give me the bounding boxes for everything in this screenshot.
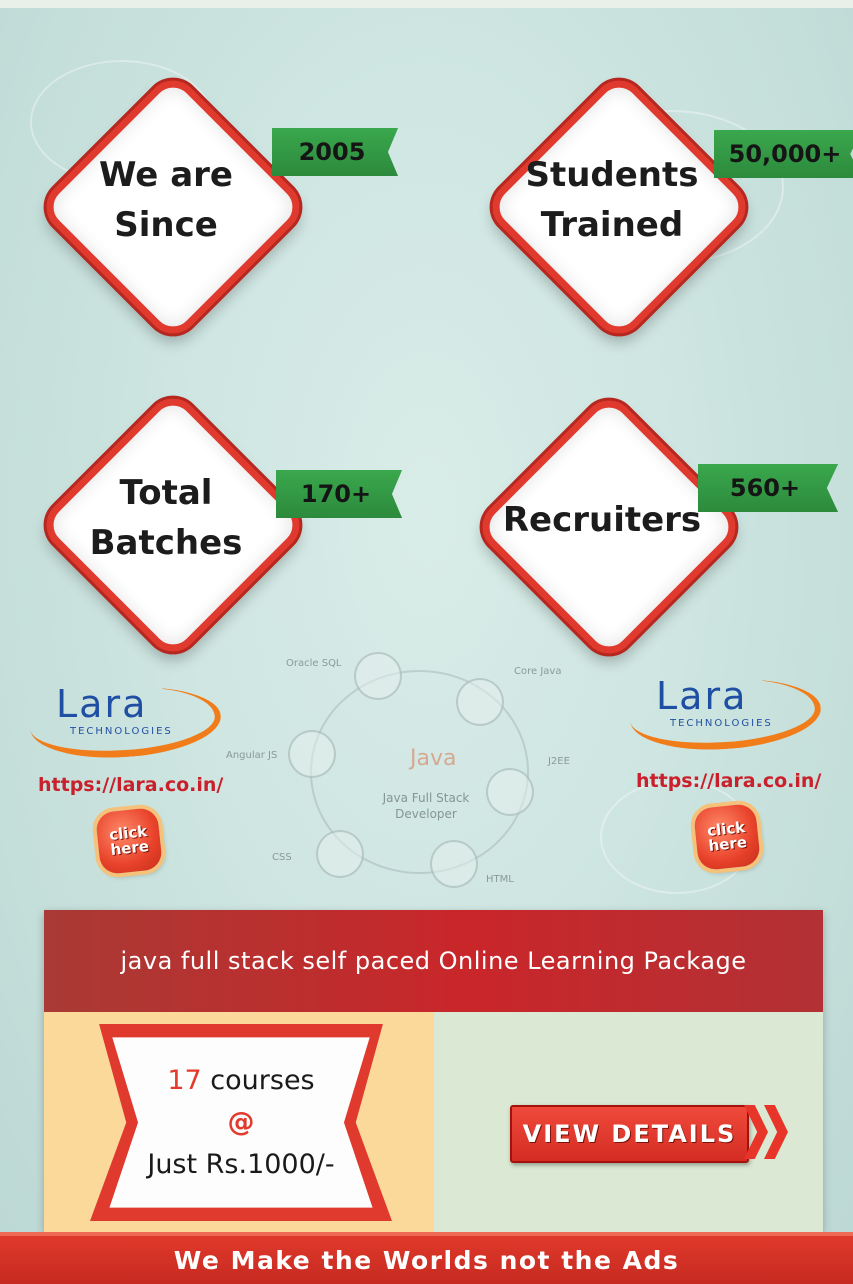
course-count: 17 [167,1065,202,1096]
java-logo-text: Java [410,746,457,771]
here-label: here [707,833,748,855]
gear-icon [354,652,402,700]
stat-label: We are Since [99,155,233,245]
website-link-left[interactable]: https://lara.co.in/ [38,774,223,796]
topic-label: CSS [272,852,292,863]
click-here-button-left[interactable]: click here [94,806,164,876]
view-details-label: VIEW DETAILS [522,1120,737,1148]
package-panel: java full stack self paced Online Learni… [44,910,823,1232]
stat-label: Students Trained [525,155,699,245]
stat-value: 50,000+ [728,140,842,168]
topic-label: Oracle SQL [286,658,342,669]
topic-label: Angular JS [226,750,278,761]
stat-value: 2005 [298,138,366,166]
logo-subtitle: TECHNOLOGIES [670,718,773,729]
at-symbol: @ [227,1107,255,1138]
gear-icon [430,840,478,888]
website-link-right[interactable]: https://lara.co.in/ [636,770,821,792]
lara-logo-left: Lara TECHNOLOGIES [27,680,224,764]
gear-icon [288,730,336,778]
stat-value: 170+ [300,480,372,508]
top-strip [0,0,853,8]
java-stack-wheel: Oracle SQL Core Java J2EE HTML CSS Angul… [226,650,590,890]
topic-label: Core Java [514,666,562,677]
here-label: here [109,837,150,859]
footer-banner: We Make the Worlds not the Ads [0,1232,853,1284]
price-text: Just Rs.1000/- [147,1149,335,1180]
topic-label: J2EE [548,756,570,767]
course-suffix: courses [201,1065,315,1096]
footer-tagline: We Make the Worlds not the Ads [173,1245,680,1275]
package-title: java full stack self paced Online Learni… [120,947,747,975]
java-subtitle: Java Full Stack Developer [382,791,470,821]
click-here-button-right[interactable]: click here [692,802,762,872]
offer-text: 17 courses @ Just Rs.1000/- [98,1060,384,1186]
gear-icon [316,830,364,878]
logo-subtitle: TECHNOLOGIES [70,726,173,737]
stat-label: Recruiters [502,500,702,540]
gear-icon [456,678,504,726]
stat-card-batches: 170+ Total Batches [35,387,402,663]
stat-card-since: 2005 We are Since [35,69,398,345]
gear-icon [486,768,534,816]
stat-label: Total Batches [89,473,243,563]
stat-card-recruiters: 560+ Recruiters [471,389,838,665]
offer-area: 17 courses @ Just Rs.1000/- [44,1012,434,1232]
stat-card-students: 50,000+ Students Trained [481,69,853,345]
lara-logo-right: Lara TECHNOLOGIES [627,672,824,756]
logo-wordmark: Lara [656,674,748,718]
package-header: java full stack self paced Online Learni… [44,910,823,1012]
stat-value: 560+ [729,474,801,502]
logo-wordmark: Lara [56,682,148,726]
topic-label: HTML [486,874,514,885]
view-details-button[interactable]: VIEW DETAILS [510,1105,749,1163]
